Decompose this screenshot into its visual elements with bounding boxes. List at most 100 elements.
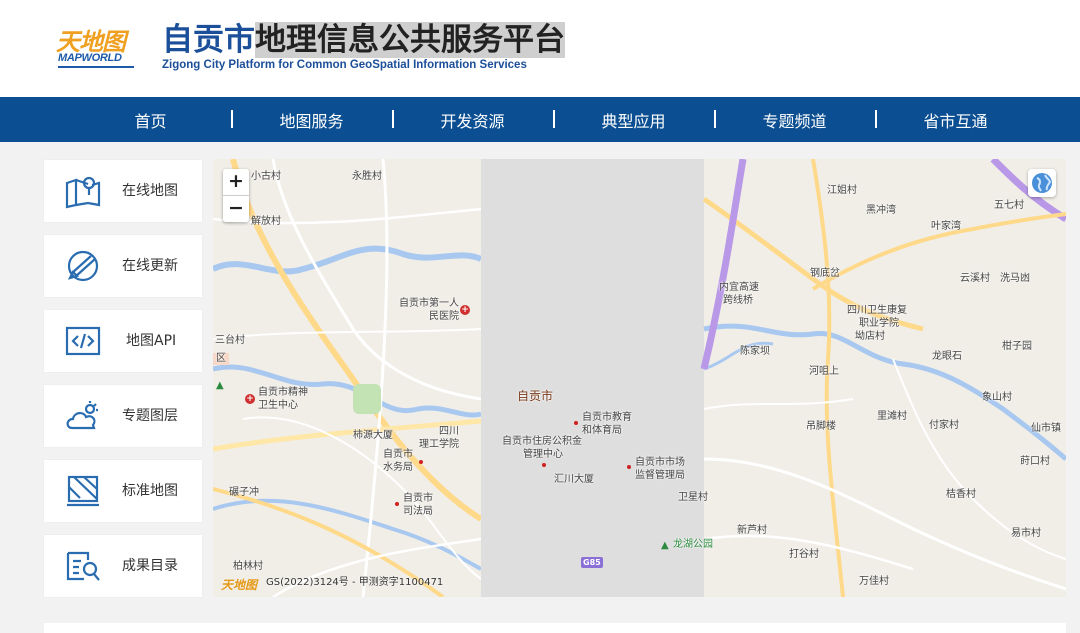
map-label: 龙眼石 — [932, 351, 962, 362]
poi-marker[interactable] — [395, 502, 399, 506]
sidebar-item-label: 在线地图 — [122, 183, 178, 199]
map-label: 解放村 — [251, 216, 281, 227]
sidebar-item-standard-map[interactable]: 标准地图 — [44, 460, 202, 522]
page-subtitle: Zigong City Platform for Common GeoSpati… — [162, 59, 527, 71]
map-label: 和体育局 — [582, 425, 622, 436]
map-label: 象山村 — [982, 392, 1012, 403]
map-city-label: 自贡市 — [517, 389, 554, 403]
map-label: 监督管理局 — [635, 470, 685, 481]
map-label: 小古村 — [251, 171, 281, 182]
map-label: 柏林村 — [233, 561, 263, 572]
logo-english: MAPWORLD — [58, 52, 122, 64]
poi-marker[interactable] — [574, 421, 578, 425]
map-label: 柿源大厦 — [353, 430, 393, 441]
sidebar-item-topic-layer[interactable]: 专题图层 — [44, 385, 202, 447]
map-label: 跨线桥 — [723, 295, 753, 306]
sidebar: 在线地图 在线更新 地图API 专题图层 标准地图 成果目录 — [44, 160, 202, 610]
map-label: 永胜村 — [352, 171, 382, 182]
nav-item-map-service[interactable]: 地图服务 — [231, 108, 392, 132]
hospital-marker[interactable]: + — [460, 305, 470, 315]
code-icon — [65, 326, 101, 356]
map-label: 黑冲湾 — [866, 205, 896, 216]
hospital-marker[interactable]: + — [245, 394, 255, 404]
title-highlight: 地理信息公共服务平台 — [255, 22, 565, 58]
zoom-out-button[interactable]: − — [223, 195, 249, 222]
map-label: 付家村 — [929, 420, 959, 431]
map-label: 叶家湾 — [931, 221, 961, 232]
sidebar-item-label: 地图API — [126, 333, 177, 349]
map-label: 四川卫生康复 — [847, 305, 907, 316]
sidebar-item-online-map[interactable]: 在线地图 — [44, 160, 202, 222]
sidebar-item-map-api[interactable]: 地图API — [44, 310, 202, 372]
highway-shield: G85 — [581, 557, 603, 568]
map-label: 自贡市市场 — [635, 457, 685, 468]
nav-item-topic-channel[interactable]: 专题频道 — [714, 108, 875, 132]
map-label: 打谷村 — [789, 549, 819, 560]
map-label: 桔香村 — [946, 489, 976, 500]
map-label: 汇川大厦 — [554, 474, 594, 485]
map-label: 管理中心 — [523, 449, 563, 460]
nav-item-applications[interactable]: 典型应用 — [553, 108, 714, 132]
map-label: 柑子园 — [1002, 341, 1032, 352]
map-label: 司法局 — [403, 506, 433, 517]
map-label: 万佳村 — [859, 576, 889, 587]
map-label: 江姐村 — [827, 185, 857, 196]
sidebar-item-label: 标准地图 — [122, 483, 178, 499]
mapworld-logo[interactable]: 天地图 MAPWORLD — [56, 22, 138, 70]
map-label: 四川 — [439, 426, 459, 437]
map-label: 自贡市教育 — [582, 412, 632, 423]
sidebar-item-catalog[interactable]: 成果目录 — [44, 535, 202, 597]
zoom-control: + − — [223, 169, 249, 222]
map-label: 卫星村 — [678, 492, 708, 503]
sidebar-item-online-update[interactable]: 在线更新 — [44, 235, 202, 297]
map-copyright: GS(2022)3124号 - 甲测资字1100471 — [266, 577, 444, 588]
park-marker: ▲ — [661, 540, 669, 551]
catalog-search-icon — [66, 551, 100, 581]
poi-marker[interactable] — [419, 460, 423, 464]
nav-item-home[interactable]: 首页 — [70, 108, 231, 132]
map-label: 自贡市 — [403, 493, 433, 504]
nav-item-dev-resources[interactable]: 开发资源 — [392, 108, 553, 132]
map-label: 卫生中心 — [258, 400, 298, 411]
poi-marker[interactable] — [542, 463, 546, 467]
nav-item-province-city[interactable]: 省市互通 — [875, 108, 1036, 132]
map-label: 五七村 — [994, 200, 1024, 211]
zoom-in-button[interactable]: + — [223, 169, 249, 195]
map-label: 易市村 — [1011, 528, 1041, 539]
map-label: 自贡市精神 — [258, 387, 308, 398]
map-label: 自贡市第一人 — [399, 298, 459, 309]
poi-marker[interactable] — [627, 465, 631, 469]
map-label: 龙湖公园 — [673, 539, 713, 550]
globe-icon — [1032, 173, 1052, 193]
main-nav: 首页 地图服务 开发资源 典型应用 专题频道 省市互通 — [0, 97, 1080, 142]
map-label: 水务局 — [383, 462, 413, 473]
map-label: 坳店村 — [855, 331, 885, 342]
map-viewport[interactable]: + − 小古村 永胜村 解放村 三台村 区 + 自贡市第一人 民医院 ▲ + 自… — [213, 159, 1066, 597]
map-provider-logo: 天地图 — [221, 578, 258, 592]
map-label: 内宜高速 — [719, 282, 759, 293]
map-label: 三台村 — [215, 335, 245, 346]
standard-map-icon — [67, 475, 99, 507]
map-label: 仙市镇 — [1031, 423, 1061, 434]
sidebar-item-label: 专题图层 — [122, 408, 178, 424]
map-label: 自贡市住房公积金 — [502, 436, 582, 447]
globe-toggle[interactable] — [1028, 169, 1056, 197]
sidebar-item-label: 成果目录 — [122, 558, 178, 574]
map-label: 河咀上 — [809, 366, 839, 377]
map-label: 吊脚楼 — [806, 421, 836, 432]
map-label: 新芦村 — [737, 525, 767, 536]
site-header: 天地图 MAPWORLD 自贡市地理信息公共服务平台 Zigong City P… — [0, 0, 1080, 97]
park-marker: ▲ — [216, 380, 224, 391]
sidebar-item-label: 在线更新 — [122, 258, 178, 274]
title-prefix: 自贡市 — [162, 22, 255, 58]
map-label: 区 — [216, 353, 226, 364]
logo-underline — [58, 66, 134, 68]
map-label: 洗马凼 — [1000, 273, 1030, 284]
map-label: 自贡市 — [383, 449, 413, 460]
map-label: 碾子冲 — [229, 487, 259, 498]
map-label: 里滩村 — [877, 411, 907, 422]
map-label: 莳口村 — [1020, 456, 1050, 467]
map-label: 职业学院 — [859, 318, 899, 329]
map-label: 陈家坝 — [740, 346, 770, 357]
map-label: 理工学院 — [419, 439, 459, 450]
